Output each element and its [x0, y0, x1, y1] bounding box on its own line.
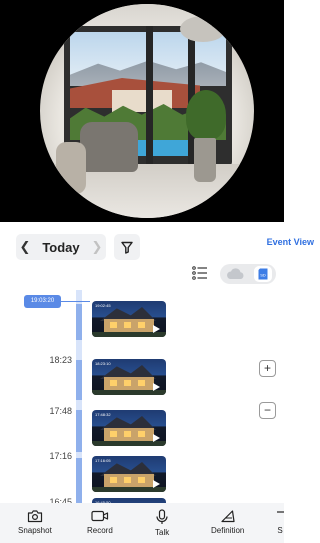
video-camera-icon	[91, 510, 108, 522]
microphone-icon	[156, 509, 168, 524]
sd-card-icon: SD	[258, 268, 268, 280]
sd-card-option[interactable]: SD	[254, 266, 272, 282]
sd-card-label: SD	[260, 273, 266, 278]
event-view-link[interactable]: Event View	[267, 237, 314, 247]
thumbnail-timestamp: 17:16:05	[95, 458, 111, 463]
recording-thumbnail[interactable]: 17:48:32	[92, 410, 166, 446]
cloud-icon[interactable]	[225, 268, 245, 280]
current-time-marker[interactable]: 19:03:20	[24, 295, 61, 308]
bottom-toolbar: Snapshot Record Talk Definition S	[0, 503, 284, 543]
date-label[interactable]: Today	[34, 240, 88, 255]
thumbnail-timestamp: 19:02:45	[95, 303, 111, 308]
play-icon	[153, 434, 160, 442]
recording-thumbnail[interactable]: 18:23:10	[92, 359, 166, 395]
zoom-in-button[interactable]: +	[259, 360, 276, 377]
storage-mode-toggle[interactable]: SD	[220, 264, 276, 284]
timeline-segment	[76, 360, 82, 400]
date-navigator: ❮ Today ❯	[16, 234, 106, 260]
definition-icon	[221, 510, 235, 523]
snapshot-button[interactable]: Snapshot	[18, 509, 52, 535]
definition-button[interactable]: Definition	[211, 509, 244, 535]
thumbnail-timestamp: 18:23:10	[95, 361, 111, 366]
more-label: S	[277, 526, 283, 535]
timeline-segment	[76, 458, 82, 504]
snapshot-label: Snapshot	[18, 526, 52, 535]
talk-button[interactable]: Talk	[155, 509, 169, 537]
recording-thumbnail[interactable]: 19:02:45	[92, 301, 166, 337]
funnel-icon	[121, 241, 133, 254]
play-icon	[153, 383, 160, 391]
live-video-view[interactable]	[0, 0, 284, 222]
recording-thumbnail[interactable]: 17:16:05	[92, 456, 166, 492]
chevron-left-icon[interactable]: ❮	[16, 239, 34, 255]
list-icon	[192, 266, 207, 280]
current-time-line	[60, 301, 90, 302]
chevron-right-icon: ❯	[91, 239, 103, 254]
play-icon	[153, 325, 160, 333]
timeline-time-label: 18:23	[49, 355, 72, 365]
filter-button[interactable]	[114, 234, 140, 260]
zoom-out-button[interactable]: −	[259, 402, 276, 419]
play-icon	[153, 480, 160, 488]
fisheye-camera-image	[40, 4, 254, 218]
thumbnail-timestamp: 17:48:32	[95, 412, 111, 417]
record-label: Record	[87, 526, 113, 535]
timeline-time-label: 17:48	[49, 406, 72, 416]
timeline-segment	[76, 410, 82, 452]
more-icon	[277, 511, 284, 513]
camera-icon	[27, 510, 43, 523]
timeline-time-label: 17:16	[49, 451, 72, 461]
list-view-button[interactable]	[191, 264, 209, 282]
record-button[interactable]: Record	[87, 509, 113, 535]
definition-label: Definition	[211, 526, 245, 535]
timeline-segment	[76, 304, 82, 340]
talk-label: Talk	[155, 528, 170, 537]
more-button[interactable]: S	[276, 509, 284, 535]
